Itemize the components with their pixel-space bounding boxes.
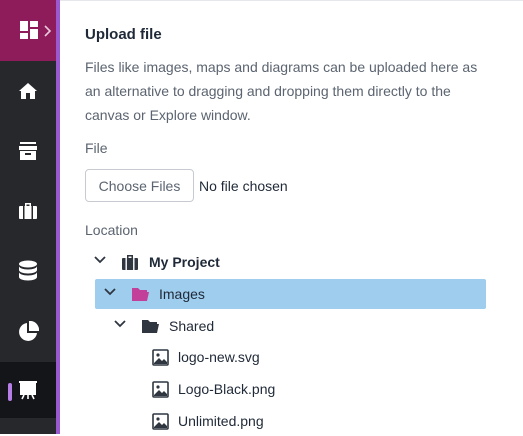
active-indicator [8, 383, 12, 401]
nav-archive[interactable] [0, 128, 56, 174]
nav-projects[interactable] [0, 188, 56, 234]
briefcase-icon [19, 203, 37, 219]
choose-files-button[interactable]: Choose Files [85, 169, 194, 202]
image-icon [152, 349, 169, 366]
tree-item-file[interactable]: Unlimited.png [152, 406, 482, 436]
tree-item-label: Images [159, 286, 205, 302]
presentation-icon [19, 381, 37, 400]
dashboard-grid-icon [20, 21, 38, 39]
sidebar [0, 0, 56, 434]
chevron-down-icon[interactable] [114, 320, 126, 328]
nav-data[interactable] [0, 248, 56, 294]
nav-presentations[interactable] [0, 362, 56, 418]
image-icon [152, 413, 169, 430]
nav-analytics[interactable] [0, 308, 56, 354]
tree-item-file[interactable]: Logo-Black.png [152, 374, 482, 404]
tree-item-label: Shared [169, 318, 215, 334]
location-label: Location [85, 222, 138, 238]
folder-open-icon [132, 288, 149, 301]
tree-item-label: My Project [149, 254, 220, 270]
file-status-text: No file chosen [199, 177, 288, 194]
panel-description: Files like images, maps and diagrams can… [85, 59, 478, 123]
chevron-right-icon[interactable] [44, 25, 52, 37]
chevron-down-icon[interactable] [104, 288, 116, 296]
database-icon [19, 260, 37, 281]
app-logo-button[interactable] [0, 0, 56, 61]
archive-icon [19, 142, 37, 160]
home-icon [19, 83, 37, 99]
tree-item-label: Logo-Black.png [178, 381, 276, 397]
folder-open-icon [142, 320, 159, 333]
tree-item-label: Unlimited.png [178, 413, 264, 429]
tree-item-file[interactable]: logo-new.svg [152, 342, 482, 372]
file-label: File [85, 140, 108, 156]
file-input[interactable]: Choose Files No file chosen [85, 169, 288, 202]
panel-title: Upload file [85, 26, 162, 43]
tree-item-images[interactable]: Images [95, 279, 486, 309]
briefcase-icon [122, 255, 138, 270]
tree-item-my-project[interactable]: My Project [85, 247, 485, 277]
pie-chart-icon [18, 320, 39, 341]
chevron-down-icon[interactable] [94, 256, 106, 264]
upload-panel: Upload file Files like images, maps and … [60, 0, 523, 434]
nav-home[interactable] [0, 68, 56, 114]
tree-item-label: logo-new.svg [178, 349, 260, 365]
image-icon [152, 381, 169, 398]
tree-item-shared[interactable]: Shared [105, 311, 485, 341]
